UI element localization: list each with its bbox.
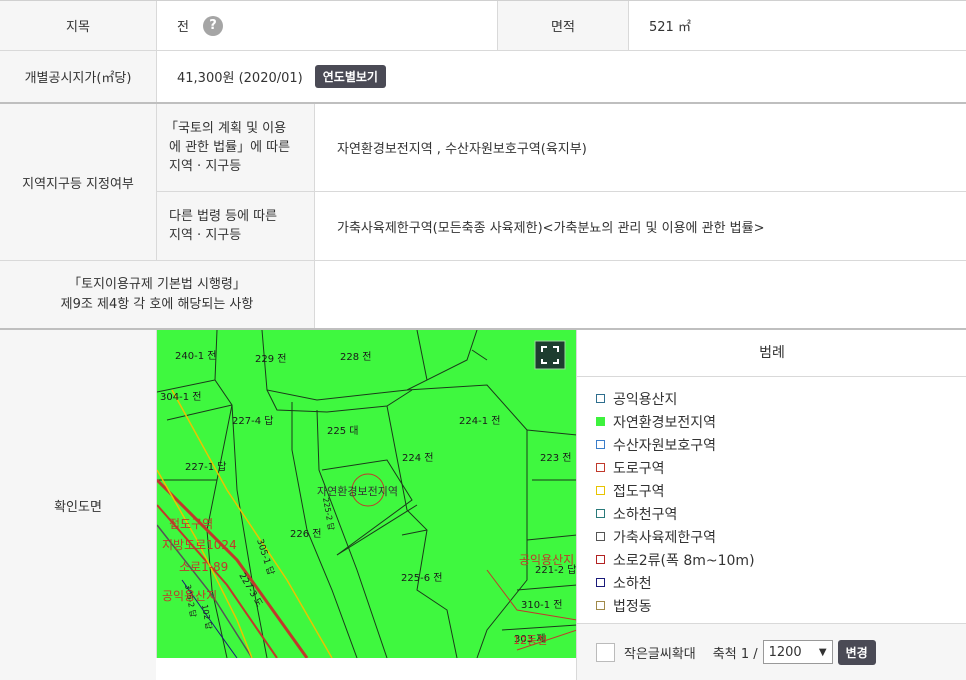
legend-swatch-icon	[596, 555, 605, 564]
legend-swatch-icon	[596, 463, 605, 472]
legend-item: 법정동	[596, 594, 966, 617]
label-229: 229 전	[255, 353, 286, 365]
legend-item: 접도구역	[596, 479, 966, 502]
legend-item: 소하천구역	[596, 502, 966, 525]
legend-list: 공익용산지자연환경보전지역수산자원보호구역도로구역접도구역소하천구역가축사육제한…	[577, 377, 966, 615]
map-section-label: 확인도면	[0, 330, 156, 680]
decree-label: 「토지이용규제 기본법 시행령」 제9조 제4항 각 호에 해당되는 사항	[0, 261, 314, 328]
label-304-1: 304-1 전	[160, 391, 201, 403]
zone-label-gongik-2: 공익용산지	[519, 553, 574, 567]
legend-label: 접도구역	[613, 483, 665, 500]
jimok-value-cell: 전 ?	[156, 1, 497, 50]
area-label: 면적	[497, 1, 628, 50]
legend-label: 소하천구역	[613, 506, 678, 523]
label-310-1: 310-1 전	[521, 599, 562, 611]
price-value-cell: 41,300원 (2020/01) 연도별보기	[156, 51, 966, 102]
price-value: 41,300원 (2020/01)	[177, 71, 303, 86]
legend-label: 도로구역	[613, 460, 665, 477]
jimok-label: 지목	[0, 1, 156, 50]
help-icon[interactable]: ?	[202, 15, 223, 36]
legend-item: 도로구역	[596, 456, 966, 479]
cadastral-map[interactable]: 240-1 전 229 전 228 전 304-1 전 227-4 답 225 …	[156, 330, 577, 658]
legend-swatch-icon	[596, 440, 605, 449]
label-226: 226 전	[290, 528, 321, 540]
zone-label: 지역지구등 지정여부	[0, 104, 156, 260]
legend-panel: 범례 공익용산지자연환경보전지역수산자원보호구역도로구역접도구역소하천구역가축사…	[576, 330, 966, 680]
legend-swatch-icon	[596, 417, 605, 426]
label-224: 224 전	[402, 452, 433, 464]
decree-value	[314, 261, 966, 328]
row-zone: 지역지구등 지정여부 「국토의 계획 및 이용 에 관한 법률」에 따른 지역 …	[0, 104, 966, 261]
zone-label-jeopdo: 접도구역	[169, 517, 213, 531]
zoom-text-checkbox[interactable]	[596, 642, 615, 662]
change-scale-button[interactable]: 변경	[837, 639, 876, 665]
legend-swatch-icon	[596, 532, 605, 541]
zone-sub2-label: 다른 법령 등에 따른 지역 · 지구등	[156, 192, 314, 260]
scale-label: 축척 1 /	[712, 646, 758, 662]
zone-sub1-label: 「국토의 계획 및 이용 에 관한 법률」에 따른 지역 · 지구등	[156, 104, 314, 192]
legend-label: 수산자원보호구역	[613, 437, 717, 454]
jimok-value: 전	[177, 20, 189, 35]
price-label: 개별공시지가(㎡당)	[0, 51, 156, 102]
area-value: 521 ㎡	[628, 1, 966, 50]
label-225-6: 225-6 전	[401, 572, 442, 584]
legend-item: 소하천	[596, 571, 966, 594]
legend-label: 자연환경보전지역	[613, 414, 717, 431]
row-jimok: 지목 전 ? 면적 521 ㎡	[0, 0, 966, 51]
scale-select[interactable]: 1200 ▼	[762, 640, 833, 664]
zoom-text-label: 작은글씨확대	[624, 646, 696, 662]
legend-swatch-icon	[596, 578, 605, 587]
legend-swatch-icon	[596, 601, 605, 610]
label-227-1: 227-1 답	[185, 461, 226, 473]
yearly-view-button[interactable]: 연도별보기	[314, 65, 386, 88]
legend-label: 소로2류(폭 8m~10m)	[613, 552, 755, 569]
legend-swatch-icon	[596, 394, 605, 403]
row-price: 개별공시지가(㎡당) 41,300원 (2020/01) 연도별보기	[0, 51, 966, 104]
label-227-4: 227-4 답	[232, 415, 273, 427]
zone-label-soro: 소로1-89	[179, 560, 228, 574]
legend-item: 소로2류(폭 8m~10m)	[596, 548, 966, 571]
legend-item: 자연환경보전지역	[596, 410, 966, 433]
label-223: 223 전	[540, 452, 571, 464]
label-240-1: 240-1 전	[175, 350, 216, 362]
map-svg: 240-1 전 229 전 228 전 304-1 전 227-4 답 225 …	[157, 330, 577, 658]
legend-label: 공익용산지	[613, 391, 678, 408]
row-map: 확인도면 240-1 전 229 전 228 전 304-1 전 227-4 답…	[0, 330, 966, 680]
legend-item: 가축사육제한구역	[596, 525, 966, 548]
legend-label: 소하천	[613, 575, 652, 592]
zone-sub1-value: 자연환경보전지역 , 수산자원보호구역(육지부)	[314, 104, 966, 192]
legend-item: 수산자원보호구역	[596, 433, 966, 456]
legend-label: 가축사육제한구역	[613, 529, 717, 546]
zone-sub2-value: 가축사육제한구역(모든축종 사육제한)<가축분뇨의 관리 및 이용에 관한 법률…	[314, 192, 966, 260]
label-228: 228 전	[340, 351, 371, 363]
legend-label: 법정동	[613, 598, 652, 615]
chevron-down-icon: ▼	[818, 646, 827, 658]
label-224-1: 224-1 전	[459, 415, 500, 427]
zone-label-haecheon: 12동천	[513, 633, 547, 647]
legend-item: 공익용산지	[596, 387, 966, 410]
zone-label-nature: 자연환경보전지역	[317, 485, 398, 498]
row-decree: 「토지이용규제 기본법 시행령」 제9조 제4항 각 호에 해당되는 사항	[0, 261, 966, 330]
zone-label-gongik: 공익용산지	[162, 589, 217, 603]
legend-swatch-icon	[596, 509, 605, 518]
fullscreen-icon[interactable]	[534, 340, 566, 370]
legend-title: 범례	[577, 330, 966, 377]
legend-swatch-icon	[596, 486, 605, 495]
legend-footer: 작은글씨확대 축척 1 / 1200 ▼ 변경	[577, 623, 966, 680]
zone-label-road: 지방도로1024	[162, 538, 237, 552]
label-225: 225 대	[327, 425, 358, 437]
